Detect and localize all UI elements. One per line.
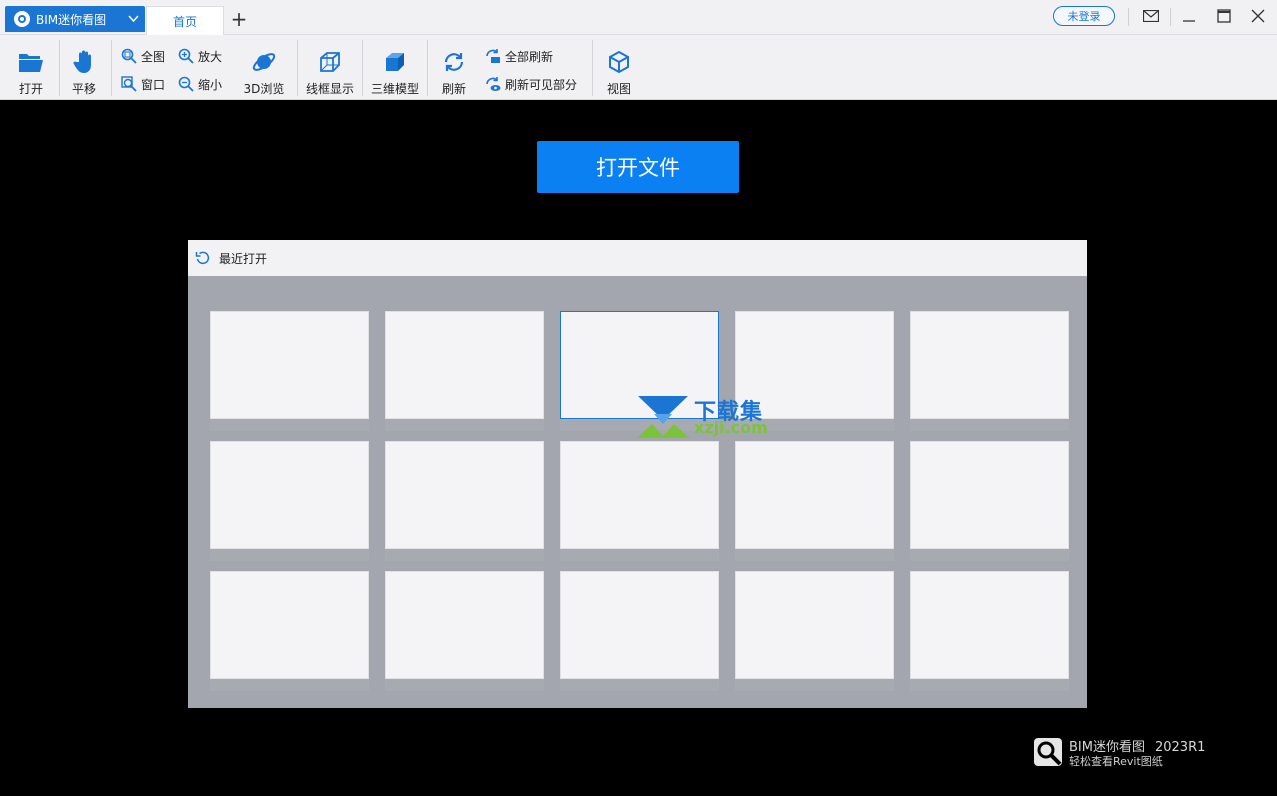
divider (111, 40, 112, 96)
wireframe-tool[interactable]: 线框显示 (304, 41, 356, 97)
pan-label: 平移 (71, 82, 96, 96)
zoom-out-tool[interactable]: 缩小 (178, 75, 222, 93)
app-logo-icon (1033, 737, 1063, 767)
divider (1128, 8, 1129, 26)
watermark: 下载集 xzji.com (636, 394, 776, 440)
divider (1170, 8, 1171, 26)
window-label: 窗口 (141, 77, 166, 92)
minimize-button[interactable] (1176, 4, 1202, 28)
fit-all-label: 全图 (141, 49, 166, 64)
model-3d-label: 三维模型 (370, 82, 419, 96)
refresh-tool[interactable]: 刷新 (438, 41, 470, 97)
open-tool[interactable]: 打开 (14, 41, 48, 97)
recent-file-thumbnail[interactable] (210, 441, 369, 549)
maximize-button[interactable] (1211, 4, 1237, 28)
recent-file-thumbnail[interactable] (385, 571, 544, 679)
recent-file-thumbnail[interactable] (385, 441, 544, 549)
watermark-subtext: xzji.com (694, 418, 768, 437)
hand-icon (70, 48, 98, 76)
recent-file-thumbnail[interactable] (735, 571, 894, 679)
refresh-all-label: 全部刷新 (505, 49, 554, 64)
recent-file-thumbnail[interactable] (560, 571, 719, 679)
browse-3d-label: 3D浏览 (243, 82, 285, 96)
add-tab-button[interactable]: + (230, 7, 248, 31)
recent-file-thumbnail[interactable] (910, 571, 1069, 679)
brand-footer: BIM迷你看图 2023R1 轻松查看Revit图纸 (1033, 735, 1233, 771)
divider (592, 40, 593, 96)
refresh-icon (440, 48, 468, 76)
chevron-down-icon (128, 13, 139, 26)
pan-tool[interactable]: 平移 (68, 41, 100, 97)
recent-title: 最近打开 (219, 251, 268, 266)
orbit-icon (250, 48, 278, 76)
open-label: 打开 (18, 82, 43, 96)
recent-file-thumbnail[interactable] (560, 441, 719, 549)
recent-header: 最近打开 (188, 240, 1087, 276)
tab-home[interactable]: 首页 (146, 6, 224, 35)
recent-file-thumbnail[interactable] (910, 441, 1069, 549)
folder-open-icon (17, 48, 45, 76)
window-zoom-tool[interactable]: 窗口 (121, 75, 165, 93)
app-menu-button[interactable]: BIM迷你看图 (5, 6, 145, 32)
refresh-icon[interactable] (194, 249, 212, 267)
recent-file-thumbnail[interactable] (385, 311, 544, 419)
browse-3d-tool[interactable]: 3D浏览 (242, 41, 286, 97)
recent-file-thumbnail[interactable] (910, 311, 1069, 419)
recent-files-panel: 最近打开 (188, 240, 1087, 708)
login-button[interactable]: 未登录 (1053, 6, 1115, 26)
refresh-all-tool[interactable]: 全部刷新 (485, 47, 553, 65)
refresh-visible-label: 刷新可见部分 (505, 77, 578, 92)
open-file-button[interactable]: 打开文件 (537, 141, 739, 193)
zoom-out-icon (178, 76, 194, 92)
view-label: 视图 (606, 82, 631, 96)
toolbar: 打开 平移 全图 窗口 放大 缩小 3D浏览 线框显示 三维模型 刷新 全部刷新… (0, 35, 1277, 100)
zoom-in-icon (178, 48, 194, 64)
divider (362, 40, 363, 96)
wireframe-label: 线框显示 (305, 82, 354, 96)
mail-icon[interactable] (1138, 4, 1164, 28)
refresh-label: 刷新 (441, 82, 466, 96)
download-arrow-icon (637, 396, 689, 438)
divider (427, 40, 428, 96)
title-bar: BIM迷你看图 首页 + 未登录 (0, 0, 1277, 35)
zoom-out-label: 缩小 (198, 77, 223, 92)
app-logo-icon (14, 11, 30, 27)
refresh-visible-icon (485, 76, 501, 92)
recent-file-thumbnail[interactable] (735, 441, 894, 549)
close-button[interactable] (1245, 4, 1271, 28)
refresh-visible-tool[interactable]: 刷新可见部分 (485, 75, 577, 93)
refresh-all-icon (485, 48, 501, 64)
recent-file-thumbnail[interactable] (210, 311, 369, 419)
model-3d-tool[interactable]: 三维模型 (370, 41, 420, 97)
wireframe-cube-icon (316, 48, 344, 76)
main-canvas: 打开文件 最近打开 下载集 xzji.com BIM迷你看图 2023R1 轻松查… (0, 101, 1277, 796)
divider (59, 40, 60, 96)
divider (297, 40, 298, 96)
view-tool[interactable]: 视图 (603, 41, 635, 97)
brand-tagline: 轻松查看Revit图纸 (1069, 755, 1163, 768)
zoom-in-tool[interactable]: 放大 (178, 47, 222, 65)
solid-cube-icon (381, 48, 409, 76)
zoom-window-icon (121, 76, 137, 92)
view-cube-icon (605, 48, 633, 76)
zoom-in-label: 放大 (198, 49, 223, 64)
fit-all-tool[interactable]: 全图 (121, 47, 165, 65)
recent-file-thumbnail[interactable] (210, 571, 369, 679)
app-name: BIM迷你看图 (36, 12, 107, 27)
zoom-extents-icon (121, 48, 137, 64)
